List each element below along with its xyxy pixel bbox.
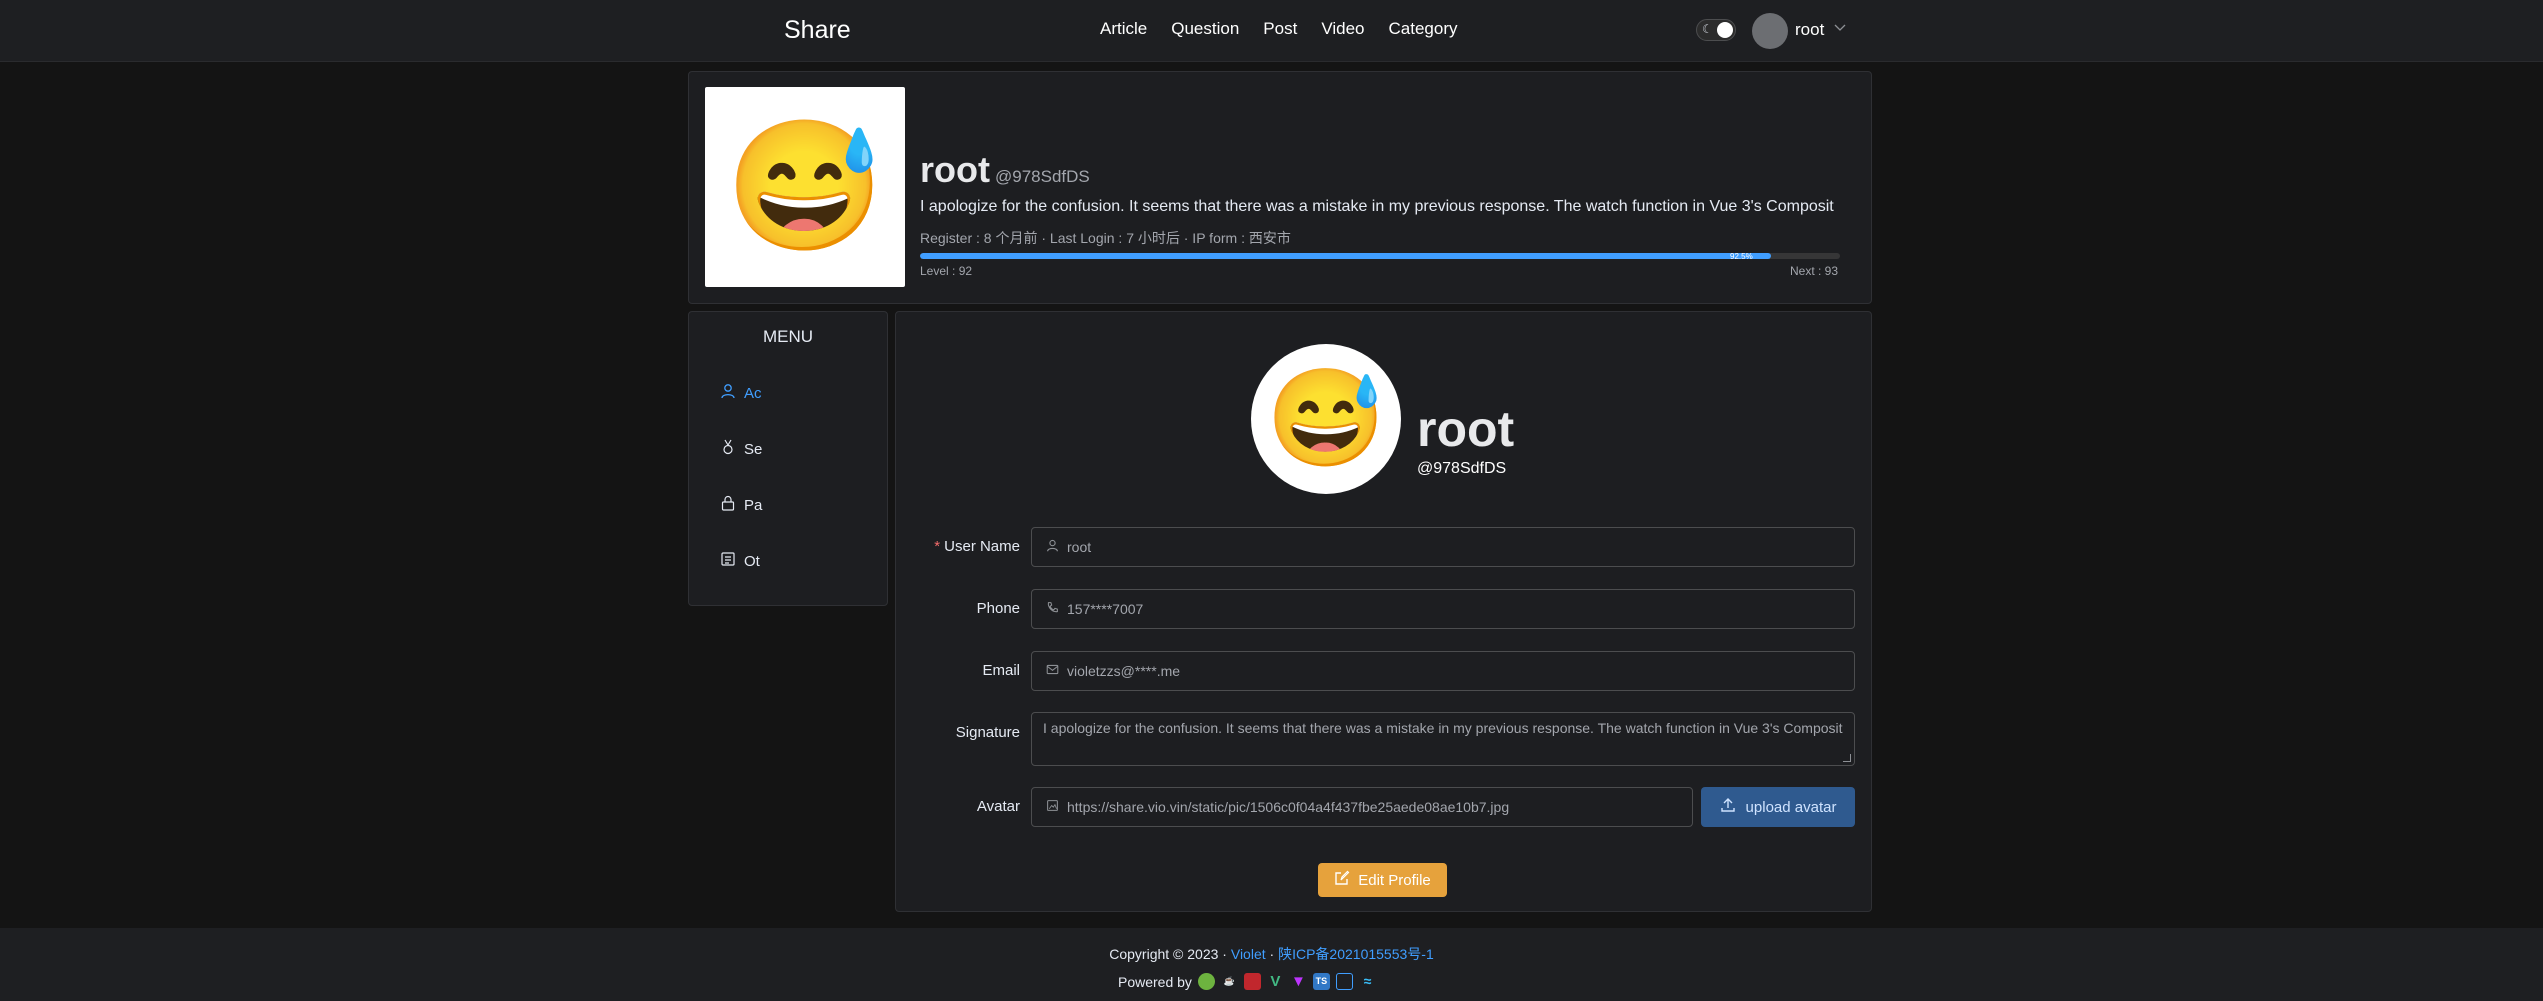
toggle-knob xyxy=(1717,22,1733,38)
user-icon xyxy=(1046,539,1059,555)
phone-value: 157****7007 xyxy=(1067,601,1144,617)
username-field[interactable]: root xyxy=(1031,527,1855,567)
profile-meta: Register : 8 个月前 · Last Login : 7 小时后 · … xyxy=(920,230,1291,246)
phone-icon xyxy=(1046,601,1059,617)
menu-item-other[interactable]: Ot xyxy=(720,549,764,573)
menu-item-label: Se xyxy=(744,440,763,458)
email-value: violetzzs@****.me xyxy=(1067,663,1181,679)
signature-label: Signature xyxy=(955,724,1020,741)
email-label: Email xyxy=(982,662,1020,679)
username-label-text: User Name xyxy=(944,538,1020,555)
edit-icon xyxy=(1334,870,1350,890)
element-plus-icon xyxy=(1335,973,1353,990)
redis-icon xyxy=(1243,973,1261,990)
menu-item-label: Ac xyxy=(744,384,762,402)
spring-icon xyxy=(1197,973,1215,990)
username-value: root xyxy=(1067,539,1092,555)
email-field[interactable]: violetzzs@****.me xyxy=(1031,651,1855,691)
edit-profile-label: Edit Profile xyxy=(1358,871,1431,889)
page-footer xyxy=(0,928,2543,1001)
copyright-text: Copyright © 2023 · xyxy=(1109,946,1227,962)
signature-value: I apologize for the confusion. It seems … xyxy=(1043,720,1843,736)
typescript-icon: TS xyxy=(1312,973,1330,990)
powered-by-text: Powered by xyxy=(1118,973,1192,990)
top-navbar: Share Article Question Post Video Catego… xyxy=(0,0,2543,62)
phone-label: Phone xyxy=(976,600,1020,617)
chevron-down-icon[interactable] xyxy=(1834,20,1846,35)
settings-menu xyxy=(688,311,888,606)
user-icon xyxy=(720,383,736,403)
form-avatar: 😅 xyxy=(1251,344,1401,494)
menu-item-security[interactable]: Se xyxy=(720,437,764,461)
dark-mode-toggle[interactable]: ☾ xyxy=(1696,19,1736,41)
java-icon: ☕ xyxy=(1223,976,1236,986)
level-progress-text: 92.5% xyxy=(1730,252,1753,261)
author-link[interactable]: Violet xyxy=(1231,946,1266,962)
profile-signature: I apologize for the confusion. It seems … xyxy=(920,198,1834,215)
mail-icon xyxy=(1046,663,1059,679)
lock-icon xyxy=(720,495,736,515)
form-user-name: root xyxy=(1417,401,1515,457)
nav-link-category[interactable]: Category xyxy=(1389,19,1458,39)
level-progress-bar xyxy=(920,253,1840,259)
level-next: Next : 93 xyxy=(1790,264,1839,278)
profile-handle: @978SdfDS xyxy=(995,167,1090,186)
grinning-sweat-emoji-icon: 😅 xyxy=(725,115,885,258)
brand-logo[interactable]: Share xyxy=(784,16,851,45)
vite-icon: ▼ xyxy=(1291,973,1306,990)
list-icon xyxy=(720,551,736,571)
copyright-line: Copyright © 2023 · Violet · 陕ICP备2021015… xyxy=(0,944,2543,964)
upload-avatar-label: upload avatar xyxy=(1745,798,1837,816)
level-progress-fill xyxy=(920,253,1771,259)
upload-avatar-button[interactable]: upload avatar xyxy=(1701,787,1855,827)
nav-link-article[interactable]: Article xyxy=(1100,19,1147,39)
avatar-url-field[interactable]: https://share.vio.vin/static/pic/1506c0f… xyxy=(1031,787,1693,827)
avatar[interactable] xyxy=(1752,13,1788,49)
edit-profile-button[interactable]: Edit Profile xyxy=(1318,863,1447,897)
nav-link-question[interactable]: Question xyxy=(1171,19,1239,39)
menu-item-account[interactable]: Ac xyxy=(720,381,764,405)
profile-avatar: 😅 xyxy=(705,87,905,287)
upload-icon xyxy=(1720,797,1736,817)
grinning-sweat-emoji-icon: 😅 xyxy=(1266,365,1386,472)
profile-name: root xyxy=(920,149,990,190)
level-current: Level : 92 xyxy=(920,264,973,278)
form-user-handle: @978SdfDS xyxy=(1417,460,1507,477)
footer-separator: · xyxy=(1269,946,1275,962)
tailwind-icon: ≈ xyxy=(1363,973,1372,989)
icp-link[interactable]: 陕ICP备2021015553号-1 xyxy=(1278,946,1434,962)
moon-icon: ☾ xyxy=(1702,22,1713,36)
menu-item-label: Ot xyxy=(744,552,760,570)
menu-item-password[interactable]: Pa xyxy=(720,493,764,517)
avatar-url-value: https://share.vio.vin/static/pic/1506c0f… xyxy=(1067,799,1510,815)
menu-title: MENU xyxy=(762,327,814,346)
avatar-label: Avatar xyxy=(976,798,1020,815)
user-menu-name[interactable]: root xyxy=(1795,20,1824,40)
medal-icon xyxy=(720,439,736,459)
signature-textarea[interactable]: I apologize for the confusion. It seems … xyxy=(1031,712,1855,766)
main-nav: Article Question Post Video Category xyxy=(1100,19,1457,39)
image-icon xyxy=(1046,799,1059,815)
menu-item-label: Pa xyxy=(744,496,763,514)
username-label: * User Name xyxy=(880,538,1020,555)
required-asterisk: * xyxy=(934,538,941,555)
vue-icon: V xyxy=(1270,973,1281,990)
phone-field[interactable]: 157****7007 xyxy=(1031,589,1855,629)
resize-handle[interactable] xyxy=(1843,754,1851,762)
nav-link-video[interactable]: Video xyxy=(1321,19,1364,39)
powered-by-line: Powered by ☕ V ▼ TS ≈ xyxy=(1118,973,1376,990)
nav-link-post[interactable]: Post xyxy=(1263,19,1297,39)
